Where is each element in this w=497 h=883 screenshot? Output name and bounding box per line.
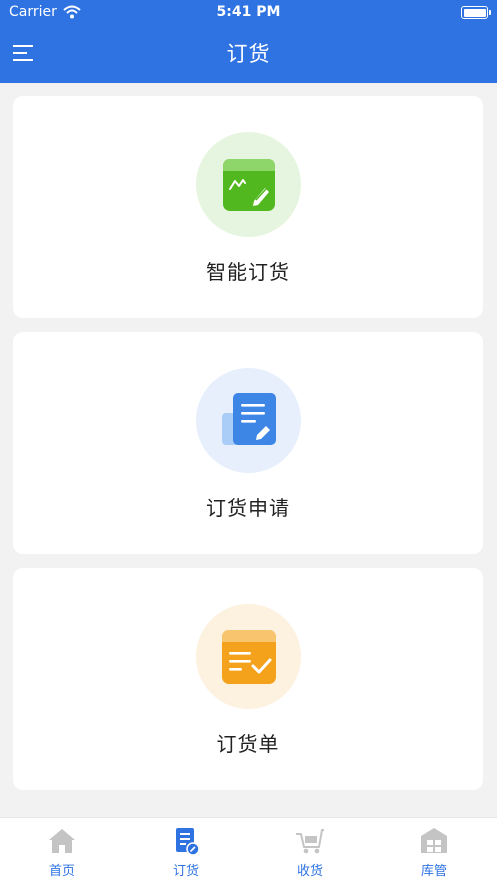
order-request-label: 订货申请 bbox=[206, 496, 290, 520]
tab-receive[interactable]: 收货 bbox=[248, 818, 372, 883]
order-list-icon-circle bbox=[196, 604, 301, 709]
tab-order-label: 订货 bbox=[172, 864, 199, 879]
chart-pen-icon bbox=[222, 158, 275, 211]
document-pen-icon bbox=[221, 392, 276, 445]
status-bar: Carrier 5:41 PM bbox=[0, 0, 497, 26]
order-request-icon-circle bbox=[196, 368, 301, 473]
order-list-card[interactable]: 订货单 bbox=[13, 568, 483, 790]
tab-order[interactable]: 订货 bbox=[124, 818, 248, 883]
status-time: 5:41 PM bbox=[216, 4, 281, 20]
tab-warehouse-label: 库管 bbox=[420, 864, 447, 879]
tab-bar: 首页 订货 收货 库管 bbox=[0, 817, 497, 883]
smart-order-card[interactable]: 智能订货 bbox=[13, 96, 483, 318]
battery-icon bbox=[461, 6, 491, 19]
home-icon bbox=[49, 829, 75, 853]
list-check-icon bbox=[221, 629, 276, 684]
order-icon bbox=[176, 828, 200, 856]
tab-home[interactable]: 首页 bbox=[0, 818, 124, 883]
page-title: 订货 bbox=[226, 42, 271, 66]
cart-icon bbox=[296, 829, 324, 854]
smart-order-icon-circle bbox=[196, 132, 301, 237]
warehouse-icon bbox=[421, 828, 447, 853]
top-bar: Carrier 5:41 PM 订货 bbox=[0, 0, 497, 83]
tab-warehouse[interactable]: 库管 bbox=[372, 818, 496, 883]
order-request-card[interactable]: 订货申请 bbox=[13, 332, 483, 554]
order-list-label: 订货单 bbox=[216, 732, 280, 756]
tab-receive-label: 收货 bbox=[296, 864, 323, 879]
smart-order-label: 智能订货 bbox=[206, 260, 290, 284]
tab-home-label: 首页 bbox=[48, 864, 75, 879]
